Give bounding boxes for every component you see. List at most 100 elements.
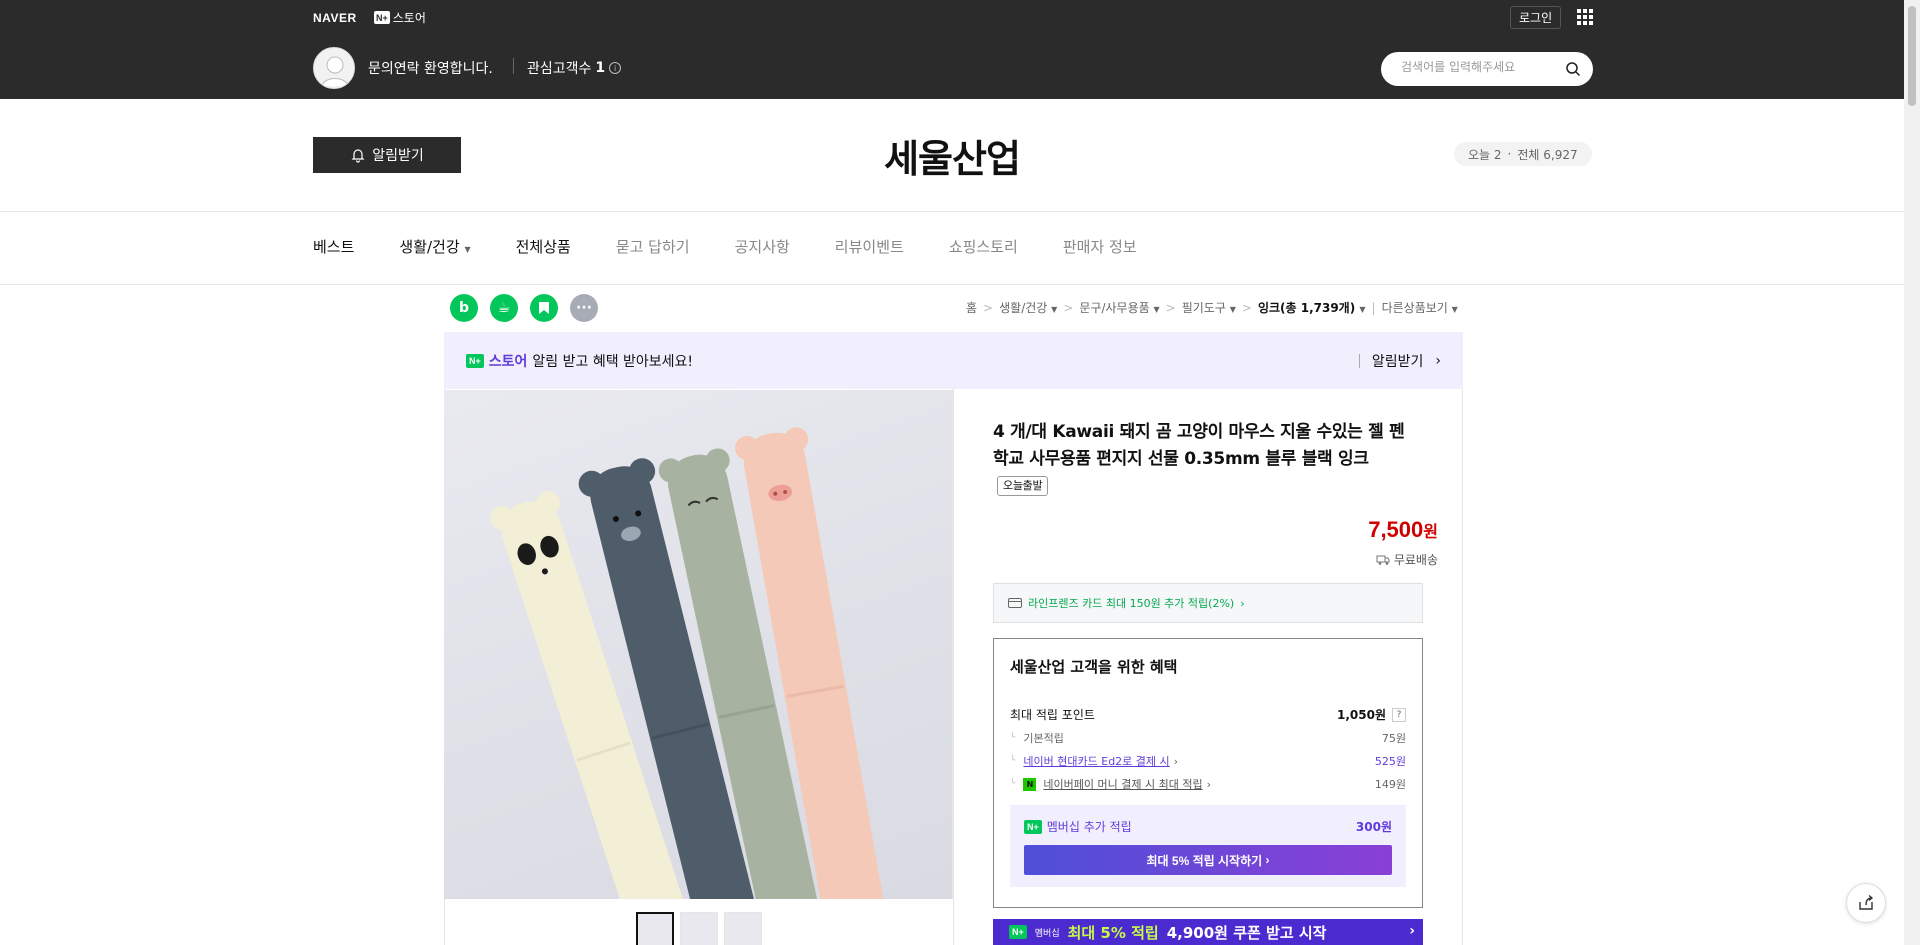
- chevron-right-icon: ›: [1435, 353, 1441, 369]
- membership-label: 멤버십 추가 적립: [1046, 820, 1132, 834]
- membership-start-button[interactable]: 최대 5% 적립 시작하기 ›: [1024, 845, 1392, 875]
- search-input[interactable]: [1401, 60, 1561, 74]
- scrollbar-thumb[interactable]: [1908, 6, 1916, 106]
- nav-qna[interactable]: 묻고 답하기: [616, 236, 690, 257]
- shipping-text: 무료배송: [1393, 553, 1438, 567]
- chevron-down-icon: ▼: [1451, 305, 1458, 314]
- thumbnail[interactable]: [636, 912, 674, 945]
- naver-logo[interactable]: NAVER: [313, 11, 357, 25]
- card-benefit-link[interactable]: 라인프렌즈 카드 최대 150원 추가 적립(2%) ›: [993, 583, 1423, 623]
- max-points-row: 최대 적립 포인트 1,050원 ?: [1010, 706, 1406, 723]
- store-word: 스토어: [488, 354, 528, 370]
- divider: [0, 211, 1904, 212]
- truck-icon: [1376, 555, 1390, 565]
- more-icon[interactable]: ···: [570, 294, 598, 322]
- breadcrumb-cat2[interactable]: 문구/사무용품 ▼: [1079, 299, 1159, 316]
- chevron-right-icon: ›: [1173, 754, 1179, 768]
- store-title[interactable]: 세울산업: [0, 128, 1904, 183]
- breadcrumb-current[interactable]: 잉크(총 1,739개) ▼: [1258, 299, 1366, 316]
- product-image[interactable]: [444, 390, 953, 899]
- banner-text: 4,900원 쿠폰 받고 시작: [1166, 923, 1327, 942]
- hyundai-card-link[interactable]: 네이버 현대카드 Ed2로 결제 시: [1023, 753, 1169, 769]
- thumbnail-list: [636, 912, 762, 945]
- thumbnail[interactable]: [724, 912, 762, 945]
- notice-text: 알림 받고 혜택 받아보세요!: [532, 354, 694, 370]
- product-title: 4 개/대 Kawaii 돼지 곰 고양이 마우스 지울 수있는 젤 펜 학교 …: [993, 419, 1423, 500]
- product-price: 7,500원: [1368, 517, 1438, 543]
- chevron-down-icon: ▼: [464, 245, 471, 254]
- membership-box: N+ 멤버십 추가 적립 300원 최대 5% 적립 시작하기 ›: [1010, 805, 1406, 887]
- nav-review-event[interactable]: 리뷰이벤트: [835, 236, 904, 257]
- login-button[interactable]: 로그인: [1510, 6, 1562, 29]
- max-points-value: 1,050원: [1337, 708, 1386, 722]
- membership-banner[interactable]: N+ 멤버십 최대 5% 적립 4,900원 쿠폰 받고 시작 ›: [993, 919, 1423, 945]
- pens-illustration: [490, 427, 887, 899]
- points-row: 네이버 현대카드 Ed2로 결제 시 › 525원: [1010, 753, 1406, 769]
- thumbnail[interactable]: [680, 912, 718, 945]
- divider: [513, 58, 514, 74]
- max-points-label: 최대 적립 포인트: [1010, 708, 1095, 722]
- card-benefit-text: 라인프렌즈 카드 최대 150원 추가 적립(2%): [1028, 597, 1235, 610]
- nstore-label: 스토어: [392, 11, 426, 25]
- nplus-badge-icon: N+: [374, 11, 390, 24]
- help-icon[interactable]: ?: [1392, 707, 1406, 722]
- price-unit: 원: [1423, 524, 1438, 541]
- search-box: [1381, 52, 1593, 86]
- nav-seller-info[interactable]: 판매자 정보: [1063, 236, 1137, 257]
- visitors-today: 오늘 2: [1468, 147, 1502, 162]
- share-button[interactable]: [1846, 883, 1886, 923]
- nav-notice[interactable]: 공지사항: [735, 236, 790, 257]
- share-icon: [1859, 894, 1874, 910]
- breadcrumb-cat3[interactable]: 필기도구 ▼: [1182, 299, 1236, 316]
- search-icon[interactable]: [1565, 61, 1581, 77]
- nav-all-products[interactable]: 전체상품: [516, 236, 571, 257]
- points-row: N 네이버페이 머니 결제 시 최대 적립 › 149원: [1010, 776, 1406, 792]
- banner-small: 멤버십: [1034, 928, 1060, 939]
- divider: [953, 389, 954, 945]
- nplus-badge-icon: N+: [466, 354, 484, 368]
- credit-card-icon: [1008, 598, 1022, 608]
- store-avatar: [313, 47, 355, 89]
- chevron-right-icon: ›: [1240, 596, 1245, 610]
- product-title-text: 4 개/대 Kawaii 돼지 곰 고양이 마우스 지울 수있는 젤 펜 학교 …: [993, 422, 1405, 469]
- interest-value: 1: [595, 60, 606, 76]
- breadcrumb-cat1[interactable]: 생활/건강 ▼: [999, 299, 1057, 316]
- points-row-value: 525원: [1374, 755, 1406, 768]
- blog-share-icon[interactable]: b: [450, 294, 478, 322]
- breadcrumb-home[interactable]: 홈: [966, 299, 977, 316]
- chevron-down-icon: ▼: [1229, 305, 1236, 314]
- other-products-link[interactable]: 다른상품보기 ▼: [1382, 299, 1458, 316]
- nav-shopping-story[interactable]: 쇼핑스토리: [949, 236, 1018, 257]
- today-ship-badge: 오늘출발: [997, 476, 1049, 496]
- benefit-title: 세울산업 고객을 위한 혜택: [1010, 658, 1178, 676]
- chevron-down-icon: ▼: [1153, 305, 1160, 314]
- chevron-down-icon: ▼: [1051, 305, 1058, 314]
- store-nav: 베스트 생활/건강 ▼ 전체상품 묻고 답하기 공지사항 리뷰이벤트 쇼핑스토리…: [313, 236, 1137, 257]
- chevron-right-icon: ›: [1206, 777, 1211, 791]
- shipping-info: 무료배송: [1376, 551, 1438, 568]
- nav-best[interactable]: 베스트: [313, 236, 354, 257]
- chevron-down-icon: ▼: [1359, 305, 1366, 314]
- visitor-count: 오늘 2 · 전체 6,927: [1454, 142, 1592, 166]
- visitors-total: 전체 6,927: [1517, 147, 1578, 162]
- cafe-share-icon[interactable]: ☕: [490, 294, 518, 322]
- npay-money-link[interactable]: 네이버페이 머니 결제 시 최대 적립: [1043, 776, 1202, 792]
- interest-count: 관심고객수 1 i: [527, 58, 622, 78]
- nplus-badge-icon: N+: [1024, 819, 1042, 834]
- notice-alarm-link[interactable]: 알림받기 ›: [1358, 351, 1441, 371]
- divider: [0, 284, 1904, 285]
- npay-icon: N: [1023, 777, 1037, 791]
- app-grid-icon[interactable]: [1577, 9, 1593, 25]
- chevron-right-icon: ›: [1409, 923, 1415, 939]
- naver-store-link[interactable]: N+ 스토어: [374, 9, 426, 26]
- points-row-value: 149원: [1374, 778, 1406, 791]
- page-scrollbar[interactable]: [1904, 0, 1920, 945]
- membership-value: 300원: [1355, 820, 1392, 834]
- interest-label: 관심고객수: [527, 61, 592, 77]
- points-row-value: 75원: [1381, 732, 1406, 745]
- share-icons: b ☕ ···: [450, 294, 598, 322]
- bookmark-share-icon[interactable]: [530, 294, 558, 322]
- nav-living-health[interactable]: 생활/건강 ▼: [399, 236, 470, 257]
- info-icon[interactable]: i: [609, 62, 622, 74]
- price-value: 7,500: [1368, 517, 1424, 542]
